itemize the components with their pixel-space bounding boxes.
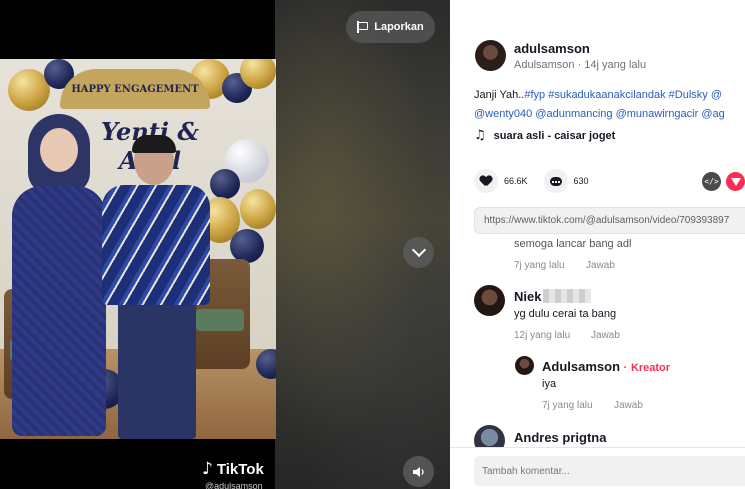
video-frame[interactable]: HAPPY ENGAGEMENT Yenti & Adul	[0, 59, 276, 439]
person-woman	[10, 114, 110, 439]
music-title: suara asli - caisar joget	[493, 129, 616, 142]
report-label: Laporkan	[374, 21, 424, 33]
author-subtitle: Adulsamson · 14j yang lalu	[514, 59, 647, 71]
creator-sep: ·	[623, 362, 628, 374]
chevron-down-icon	[411, 242, 426, 258]
comment-icon	[549, 176, 562, 186]
video-player[interactable]: HAPPY ENGAGEMENT Yenti & Adul Laporkan	[0, 0, 450, 489]
tiktok-note-icon: ♪	[202, 459, 213, 479]
balloon	[240, 189, 276, 229]
comment-text: iya	[542, 378, 557, 390]
comment-input[interactable]	[474, 456, 745, 486]
code-icon: </>	[704, 177, 719, 186]
reply-button[interactable]: Jawab	[591, 330, 620, 341]
video-url-field[interactable]: https://www.tiktok.com/@adulsamson/video…	[474, 207, 745, 234]
commenter-name[interactable]: Niek	[514, 289, 592, 304]
author-avatar[interactable]	[475, 40, 506, 71]
caption-mentions[interactable]: @wenty040 @adunmancing @munawirngacir @a…	[474, 105, 745, 124]
details-panel: adulsamson Adulsamson · 14j yang lalu Ja…	[450, 0, 745, 489]
comment-count: 630	[573, 176, 589, 186]
music-link[interactable]: ♫ suara asli - caisar joget	[474, 128, 615, 143]
redacted-name-block	[543, 289, 592, 303]
share-button[interactable]	[726, 172, 745, 191]
creator-avatar[interactable]	[515, 356, 534, 375]
action-row: 66.6K 630	[474, 169, 589, 193]
engagement-banner: HAPPY ENGAGEMENT	[60, 69, 210, 109]
creator-reply-name[interactable]: Adulsamson · Kreator	[542, 359, 670, 374]
comment-time: 12j yang lalu	[514, 330, 571, 341]
comment-time: 7j yang lalu	[514, 260, 565, 271]
tiktok-wordmark: TikTok	[216, 460, 264, 478]
commenter-name[interactable]: Andres prigtna	[514, 430, 606, 445]
comment-composer	[450, 447, 745, 489]
send-icon	[730, 177, 741, 186]
volume-button[interactable]	[403, 456, 434, 487]
like-button[interactable]	[474, 169, 498, 193]
comment-button[interactable]	[543, 169, 568, 193]
video-caption: Janji Yah..#fyp #sukadukaanakcilandak #D…	[474, 86, 745, 124]
caption-hashtags[interactable]: #fyp #sukadukaanakcilandak #Dulsky @	[524, 89, 722, 101]
tiktok-watermark: ♪ TikTok	[202, 459, 264, 479]
music-note-icon: ♫	[474, 128, 486, 143]
like-count: 66.6K	[504, 176, 528, 186]
person-man	[100, 135, 210, 439]
heart-icon	[480, 176, 492, 187]
watermark-username: @adulsamson	[205, 481, 263, 489]
comment-time: 7j yang lalu	[542, 400, 593, 411]
commenter-avatar[interactable]	[474, 285, 505, 316]
comment-list[interactable]: semoga lancar bang adl 7j yang lalu Jawa…	[450, 232, 745, 452]
reply-button[interactable]: Jawab	[586, 260, 615, 271]
reply-button[interactable]: Jawab	[614, 400, 643, 411]
balloon	[230, 229, 264, 263]
next-video-button[interactable]	[403, 237, 434, 268]
author-username[interactable]: adulsamson	[514, 41, 590, 56]
flag-icon	[357, 21, 369, 33]
comment-text: semoga lancar bang adl	[514, 238, 632, 250]
balloon	[210, 169, 240, 199]
report-button[interactable]: Laporkan	[346, 11, 435, 43]
tiktok-video-page: HAPPY ENGAGEMENT Yenti & Adul Laporkan	[0, 0, 745, 489]
caption-text: Janji Yah..	[474, 89, 525, 101]
comment-text: yg dulu cerai ta bang	[514, 308, 617, 320]
embed-button[interactable]: </>	[702, 172, 721, 191]
creator-badge: Kreator	[630, 362, 671, 374]
speaker-icon	[412, 466, 424, 477]
